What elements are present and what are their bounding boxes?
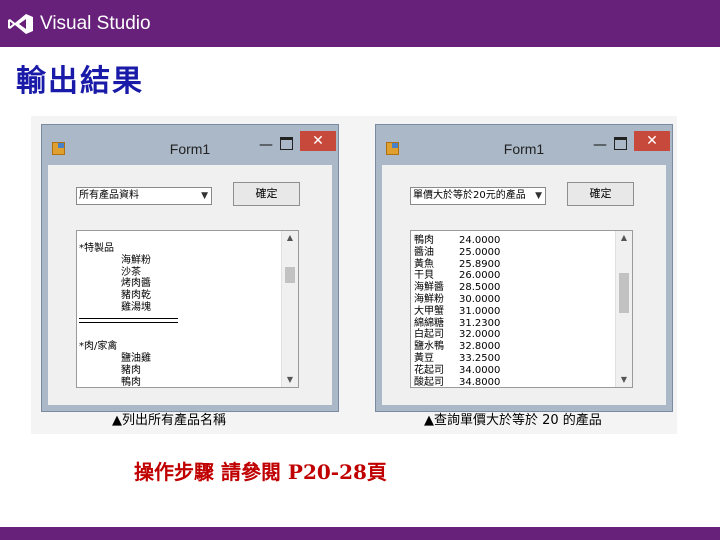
price-filter-combobox[interactable]: 單價大於等於20元的產品 ▼ bbox=[410, 187, 546, 205]
close-icon[interactable]: ✕ bbox=[300, 131, 336, 151]
window-title: Form1 bbox=[503, 141, 545, 157]
list-item[interactable]: 鴨肉 24.0000 bbox=[411, 235, 616, 247]
list-item[interactable] bbox=[77, 330, 282, 342]
product-price: 24.0000 bbox=[459, 235, 501, 246]
minimize-icon[interactable]: — bbox=[257, 135, 275, 155]
scroll-thumb[interactable] bbox=[285, 267, 295, 283]
list-category[interactable]: *肉/家禽 bbox=[77, 341, 282, 353]
list-items: 鴨肉 24.0000 醬油 25.0000 黃魚 25.8900 干貝 26.0000 海鮮醬 2… bbox=[411, 235, 616, 388]
list-item[interactable]: 沙茶 bbox=[77, 267, 282, 279]
product-price: 34.8000 bbox=[459, 376, 501, 388]
list-item[interactable]: 鹽水鴨 32.8000 bbox=[411, 341, 616, 353]
list-category[interactable]: *特製品 bbox=[77, 243, 282, 255]
product-price: 34.0000 bbox=[459, 364, 501, 376]
category-combobox[interactable]: 所有產品資料 ▼ bbox=[76, 187, 212, 205]
minimize-icon[interactable]: — bbox=[591, 135, 609, 155]
list-item[interactable]: 海鮮粉 bbox=[77, 255, 282, 267]
scroll-up-icon[interactable]: ▲ bbox=[616, 231, 632, 245]
instruction-note: 操作步驟 請參閱 P20-28頁 bbox=[134, 460, 387, 484]
list-item[interactable]: 鹽油雞 bbox=[77, 353, 282, 365]
list-item[interactable]: 烤肉醬 bbox=[77, 278, 282, 290]
list-item[interactable]: 黃豆 33.2500 bbox=[411, 353, 616, 365]
product-name: 黃豆 bbox=[414, 352, 434, 364]
vertical-scrollbar[interactable]: ▲ ▼ bbox=[615, 231, 632, 387]
list-item[interactable]: 綿綿糖 31.2300 bbox=[411, 318, 616, 330]
form1-window-right: Form1 — ✕ 單價大於等於20元的產品 ▼ 確定 鴨肉 24.0000 醬油 2… bbox=[375, 124, 673, 412]
product-price: 25.8900 bbox=[459, 258, 501, 270]
product-price: 31.0000 bbox=[459, 305, 501, 317]
product-price: 30.0000 bbox=[459, 293, 501, 305]
scroll-down-icon[interactable]: ▼ bbox=[282, 373, 298, 387]
product-price: 25.0000 bbox=[459, 246, 501, 258]
chevron-down-icon[interactable]: ▼ bbox=[201, 189, 208, 203]
list-item[interactable]: 雞湯塊 bbox=[77, 302, 282, 314]
screenshot-area: Form1 — ✕ 所有產品資料 ▼ 確定 *特製品 海鮮粉 沙茶 烤肉醬 豬肉乾 雞湯塊… bbox=[31, 116, 677, 434]
product-name: 花起司 bbox=[414, 364, 444, 376]
list-item[interactable]: 花起司 34.0000 bbox=[411, 365, 616, 377]
product-price: 31.2300 bbox=[459, 317, 501, 329]
product-name: 海鮮醬 bbox=[414, 282, 444, 294]
scroll-down-icon[interactable]: ▼ bbox=[616, 373, 632, 387]
product-name: 鹽水鴨 bbox=[414, 341, 444, 353]
vertical-scrollbar[interactable]: ▲ ▼ bbox=[281, 231, 298, 387]
scroll-thumb[interactable] bbox=[619, 273, 629, 313]
form-client: 單價大於等於20元的產品 ▼ 確定 鴨肉 24.0000 醬油 25.0000 黃魚 25… bbox=[382, 165, 666, 405]
list-items: *特製品 海鮮粉 沙茶 烤肉醬 豬肉乾 雞湯塊 *肉/家禽 鹽油雞 豬肉 鴨肉 bbox=[77, 243, 282, 387]
list-item[interactable]: 酸起司 34.8000 bbox=[411, 376, 616, 388]
title-bar[interactable]: Form1 — ✕ bbox=[42, 125, 338, 165]
product-name: 干貝 bbox=[414, 270, 434, 282]
footer-bar bbox=[0, 527, 720, 540]
combo-value: 所有產品資料 bbox=[79, 190, 139, 201]
product-price: 33.2500 bbox=[459, 352, 501, 364]
product-price: 26.0000 bbox=[459, 270, 501, 282]
product-name: 醬油 bbox=[414, 246, 434, 258]
ok-button[interactable]: 確定 bbox=[567, 182, 634, 206]
separator-line bbox=[79, 317, 178, 323]
list-item[interactable]: 醬油 25.0000 bbox=[411, 247, 616, 259]
list-item[interactable]: 大甲蟹 31.0000 bbox=[411, 306, 616, 318]
list-separator[interactable] bbox=[77, 317, 282, 330]
product-price: 28.5000 bbox=[459, 282, 501, 294]
list-item[interactable]: 黃魚 25.8900 bbox=[411, 259, 616, 271]
combo-value: 單價大於等於20元的產品 bbox=[413, 190, 526, 201]
ok-button[interactable]: 確定 bbox=[233, 182, 300, 206]
close-icon[interactable]: ✕ bbox=[634, 131, 670, 151]
title-bar[interactable]: Form1 — ✕ bbox=[376, 125, 672, 165]
visual-studio-logo-icon bbox=[8, 14, 33, 34]
product-name: 海鮮粉 bbox=[414, 293, 444, 305]
left-caption: ▲列出所有產品名稱 bbox=[112, 413, 226, 428]
list-item[interactable]: 豬肉 bbox=[77, 365, 282, 377]
product-name: 大甲蟹 bbox=[414, 305, 444, 317]
product-name: 黃魚 bbox=[414, 258, 434, 270]
product-name: 酸起司 bbox=[414, 376, 444, 388]
form-client: 所有產品資料 ▼ 確定 *特製品 海鮮粉 沙茶 烤肉醬 豬肉乾 雞湯塊 *肉/家禽 鹽油雞 豬肉… bbox=[48, 165, 332, 405]
product-price: 32.0000 bbox=[459, 329, 501, 341]
chevron-down-icon[interactable]: ▼ bbox=[535, 189, 542, 203]
list-item[interactable]: 豬肉乾 bbox=[77, 290, 282, 302]
list-item[interactable]: 海鮮醬 28.5000 bbox=[411, 282, 616, 294]
list-item[interactable]: 白起司 32.0000 bbox=[411, 329, 616, 341]
list-item[interactable]: 海鮮粉 30.0000 bbox=[411, 294, 616, 306]
right-caption: ▲查詢單價大於等於 20 的產品 bbox=[424, 413, 602, 428]
maximize-icon[interactable] bbox=[280, 137, 293, 150]
list-item[interactable]: 鴨肉 bbox=[77, 377, 282, 387]
window-title: Form1 bbox=[169, 141, 211, 157]
maximize-icon[interactable] bbox=[614, 137, 627, 150]
slide-title: 輸出結果 bbox=[16, 64, 144, 99]
product-name: 綿綿糖 bbox=[414, 317, 444, 329]
product-name: 鴨肉 bbox=[414, 235, 434, 246]
scroll-up-icon[interactable]: ▲ bbox=[282, 231, 298, 245]
product-price: 32.8000 bbox=[459, 341, 501, 353]
product-name: 白起司 bbox=[414, 329, 444, 341]
result-listbox[interactable]: *特製品 海鮮粉 沙茶 烤肉醬 豬肉乾 雞湯塊 *肉/家禽 鹽油雞 豬肉 鴨肉 ▲ ▼ bbox=[76, 230, 299, 388]
header-bar: Visual Studio bbox=[0, 0, 720, 47]
list-item[interactable]: 干貝 26.0000 bbox=[411, 270, 616, 282]
result-listbox[interactable]: 鴨肉 24.0000 醬油 25.0000 黃魚 25.8900 干貝 26.0000 海鮮醬 2… bbox=[410, 230, 633, 388]
brand-name: Visual Studio bbox=[40, 13, 151, 34]
form1-window-left: Form1 — ✕ 所有產品資料 ▼ 確定 *特製品 海鮮粉 沙茶 烤肉醬 豬肉乾 雞湯塊… bbox=[41, 124, 339, 412]
